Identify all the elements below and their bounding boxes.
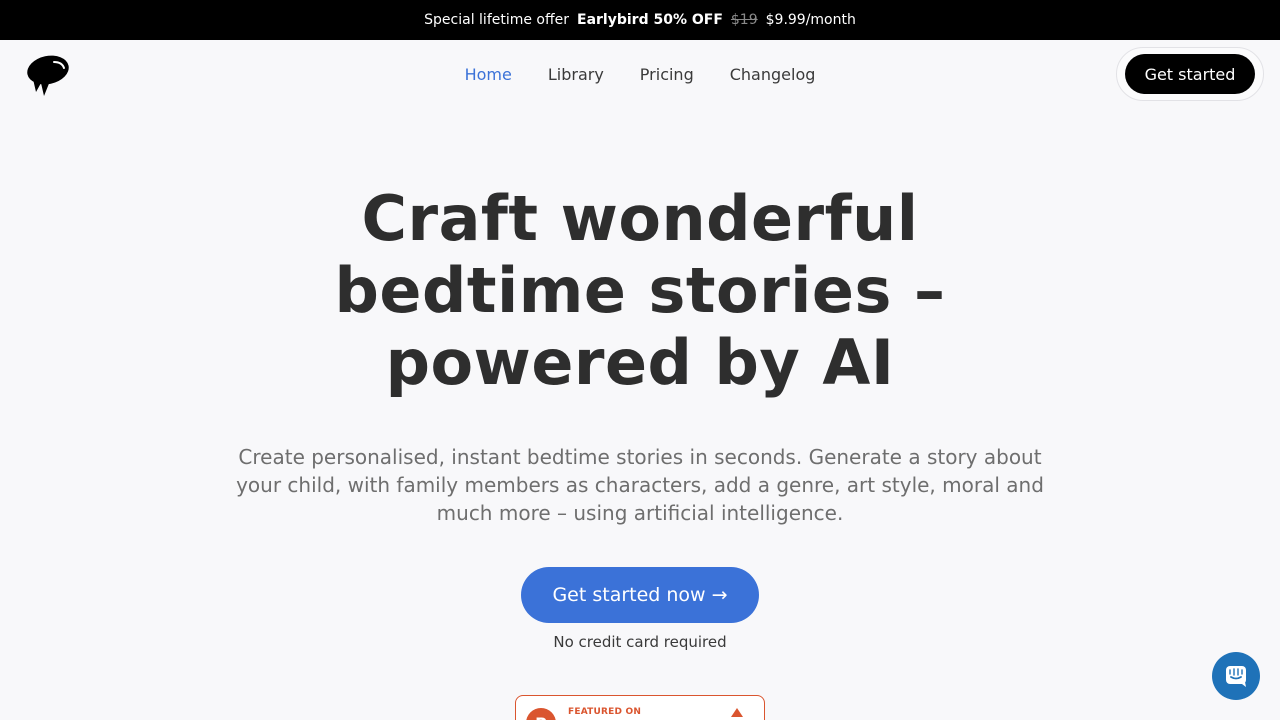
promo-old-price: $19 [730, 12, 758, 28]
get-started-now-button[interactable]: Get started now → [521, 567, 759, 623]
promo-new-price: $9.99/month [765, 12, 856, 28]
featured-on-badge[interactable]: P FEATURED ON [515, 695, 765, 720]
hero-title-line: Craft wonderful [361, 182, 919, 255]
hero-subtitle: Create personalised, instant bedtime sto… [236, 445, 1044, 525]
site-header: Home Library Pricing Changelog Get start… [0, 40, 1280, 108]
nav-pricing[interactable]: Pricing [640, 65, 694, 84]
chat-icon [1226, 666, 1246, 687]
hero-title: Craft wonderful bedtime stories – powere… [240, 183, 1040, 399]
nav-changelog[interactable]: Changelog [730, 65, 816, 84]
nav-library[interactable]: Library [548, 65, 604, 84]
featured-label: FEATURED ON [568, 707, 642, 717]
get-started-button[interactable]: Get started [1125, 54, 1255, 94]
promo-offer-label: Special lifetime offer [424, 12, 570, 28]
hero-title-line: powered by AI [385, 326, 895, 399]
upvote-triangle-icon [731, 708, 743, 717]
promo-offer-strong: Earlybird 50% OFF [577, 12, 723, 28]
header-cta-wrapper: Get started [1116, 47, 1264, 101]
no-credit-card-note: No credit card required [553, 633, 727, 651]
chat-launcher-button[interactable] [1212, 652, 1260, 700]
nav-home[interactable]: Home [465, 65, 512, 84]
promo-banner[interactable]: Special lifetime offer Earlybird 50% OFF… [0, 0, 1280, 40]
main-nav: Home Library Pricing Changelog [0, 40, 1280, 108]
hero-title-line: bedtime stories – [334, 254, 946, 327]
product-hunt-logo-icon: P [526, 708, 556, 720]
